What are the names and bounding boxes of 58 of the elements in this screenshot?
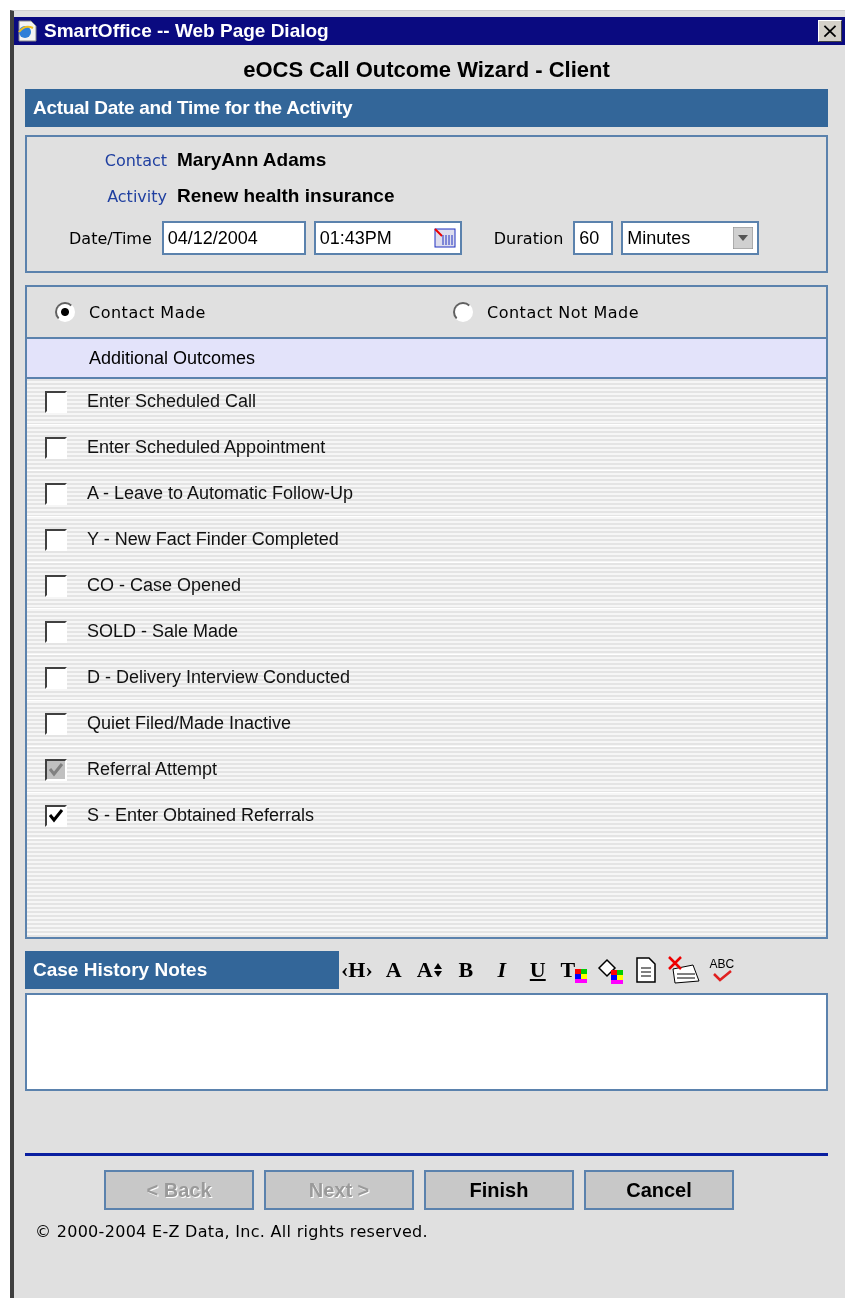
checkbox[interactable] [45, 712, 67, 735]
checkmark-icon [710, 970, 733, 982]
underline-button[interactable]: U [522, 954, 553, 986]
checkbox[interactable] [45, 482, 67, 505]
radio-label: Contact Not Made [487, 302, 640, 322]
checkbox[interactable] [45, 390, 67, 413]
dropdown-arrow-icon[interactable] [733, 227, 754, 249]
checkbox-label: SOLD - Sale Made [87, 621, 239, 642]
close-button[interactable]: × [818, 20, 842, 42]
contact-name: MaryAnn Adams [177, 149, 327, 171]
wizard-button[interactable]: Cancel [584, 1170, 734, 1210]
list-header: Additional Outcomes [27, 339, 826, 379]
time-field[interactable]: 01:43PM [313, 221, 462, 255]
toolbar-button[interactable]: A [378, 954, 409, 986]
checkbox[interactable] [45, 804, 67, 827]
checkbox[interactable] [45, 574, 67, 597]
radio-button[interactable] [55, 302, 75, 322]
spell-check-button[interactable]: ABC [706, 954, 737, 986]
checkbox-label: Enter Scheduled Appointment [87, 437, 326, 458]
radio-button[interactable] [453, 302, 473, 322]
duration-field[interactable]: 60 [573, 221, 614, 255]
field-label: Duration [493, 228, 564, 248]
checkbox-label: Quiet Filed/Made Inactive [87, 713, 292, 734]
browser-icon [16, 19, 38, 43]
toolbar-button[interactable]: ‹H› [341, 954, 373, 986]
activity-name: Renew health insurance [177, 185, 395, 207]
checkbox[interactable] [45, 528, 67, 551]
up-down-arrows-icon [432, 962, 443, 978]
wizard-button[interactable]: Finish [424, 1170, 574, 1210]
color-swatch-icon [575, 969, 588, 983]
section-header: Case History Notes [25, 951, 339, 989]
checkbox-label: S - Enter Obtained Referrals [87, 805, 315, 826]
unit-dropdown[interactable]: Minutes [621, 221, 760, 255]
checkbox-label: Referral Attempt [87, 759, 218, 780]
copyright-text: © 2000-2004 E-Z Data, Inc. All rights reserved. [35, 1222, 429, 1241]
checkbox-label: A - Leave to Automatic Follow-Up [87, 483, 354, 504]
notes-field[interactable] [25, 993, 828, 1091]
section-header: Actual Date and Time for the Activity [25, 89, 828, 127]
window-title: SmartOffice -- Web Page Dialog [44, 20, 330, 42]
calendar-icon[interactable] [433, 227, 456, 249]
wizard-title: eOCS Call Outcome Wizard - Client [242, 57, 611, 83]
checkbox[interactable] [45, 620, 67, 643]
checkbox-label: Y - New Fact Finder Completed [87, 529, 339, 550]
text-color-button[interactable]: T [558, 954, 589, 986]
checkbox[interactable] [45, 436, 67, 459]
field-label: Activity [106, 186, 167, 206]
checkbox-label: Enter Scheduled Call [87, 391, 257, 412]
field-label: Contact [103, 150, 167, 170]
field-label: Date/Time [69, 228, 152, 248]
bold-button[interactable]: B [450, 954, 481, 986]
checkbox[interactable] [45, 666, 67, 689]
checkbox-label: CO - Case Opened [87, 575, 242, 596]
checkbox-label: D - Delivery Interview Conducted [87, 667, 351, 688]
radio-label: Contact Made [89, 302, 206, 322]
clear-format-icon[interactable] [666, 954, 701, 986]
date-field[interactable]: 04/12/2004 [161, 221, 306, 255]
italic-button[interactable]: I [486, 954, 517, 986]
font-size-button[interactable]: A [414, 954, 445, 986]
